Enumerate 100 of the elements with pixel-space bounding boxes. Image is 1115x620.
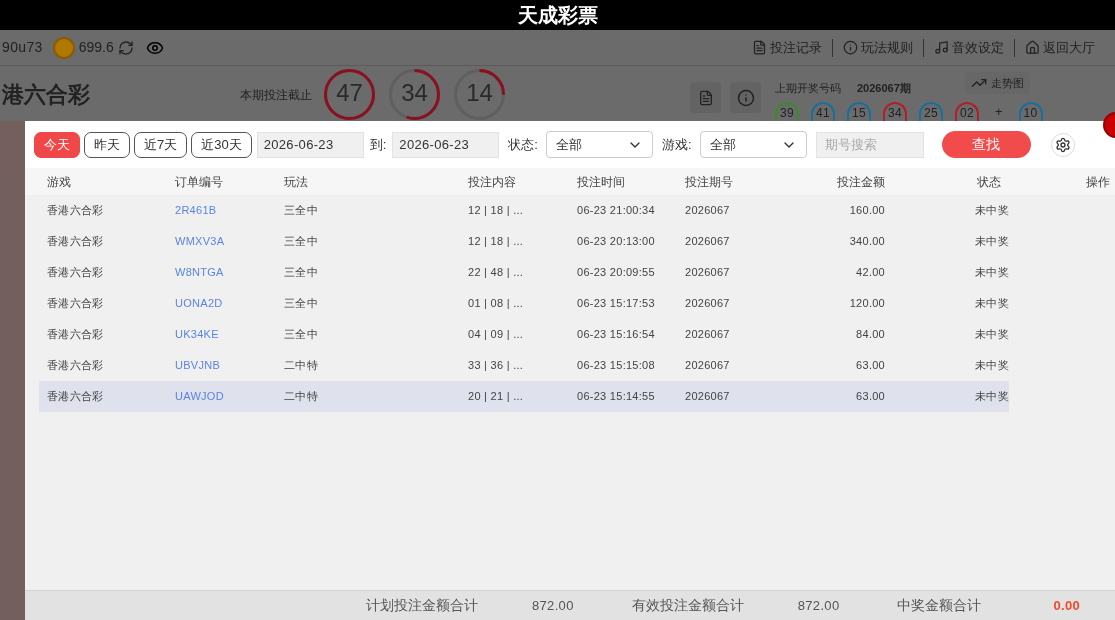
balance: 699.6 <box>78 38 114 57</box>
deadline-label: 本期投注截止 <box>240 87 312 102</box>
search-button[interactable]: 查找 <box>941 131 1031 158</box>
column-header: 投注金额 <box>836 173 886 191</box>
bet-content-cell-text: 12 | 18 | ... <box>467 203 525 219</box>
refresh-icon[interactable] <box>117 39 134 56</box>
game-label: 游戏: <box>661 135 692 154</box>
column-header: 操作 <box>1086 173 1110 191</box>
table-row[interactable]: 香港六合彩 W8NTGA 三全中 22 | 48 | ... 06-23 20:09:55 2026067 42.00 未中奖 <box>39 257 1009 288</box>
date-range-button[interactable]: 今天 <box>34 131 80 158</box>
status-cell-text: 未中奖 <box>974 389 1009 405</box>
total-label: 中奖金额合计 <box>897 596 982 615</box>
amount-cell-text: 84.00 <box>855 327 886 343</box>
table-row[interactable]: 香港六合彩 UBVJNB 二中特 33 | 36 | ... 06-23 15:15:08 2026067 63.00 未中奖 <box>39 350 1009 381</box>
issue-cell-text: 2026067 <box>684 265 731 281</box>
amount-cell-text: 340.00 <box>848 234 886 250</box>
bet-content-cell-text: 12 | 18 | ... <box>467 234 525 250</box>
game-cell-text: 香港六合彩 <box>46 203 105 219</box>
status-select[interactable]: 全部 <box>545 131 653 158</box>
status-cell-text: 未中奖 <box>974 234 1009 250</box>
bet-time-cell-text: 06-23 21:00:34 <box>576 203 656 219</box>
date-range-button[interactable]: 昨天 <box>84 131 130 158</box>
issue-cell-text: 2026067 <box>684 296 731 312</box>
bet-content-cell-text: 01 | 08 | ... <box>467 296 525 312</box>
total-value: 872.00 <box>532 596 574 615</box>
issue-cell-text: 2026067 <box>684 203 731 219</box>
play-type-cell-text: 三全中 <box>283 234 319 250</box>
info-icon[interactable] <box>730 82 761 113</box>
menu-item-icon <box>752 40 767 55</box>
game-select[interactable]: 全部 <box>699 131 807 158</box>
issue-cell-text: 2026067 <box>684 234 731 250</box>
issue-cell-text: 2026067 <box>684 327 731 343</box>
bet-time-cell-text: 06-23 15:16:54 <box>576 327 656 343</box>
play-type-cell-text: 二中特 <box>283 389 319 405</box>
last-draw-issue: 2026067期 <box>857 81 911 96</box>
column-header: 状态 <box>976 173 1002 191</box>
game-cell-text: 香港六合彩 <box>46 389 105 405</box>
column-header: 投注内容 <box>467 173 517 191</box>
play-type-cell-text: 三全中 <box>283 265 319 281</box>
date-range-button[interactable]: 近7天 <box>134 131 188 158</box>
play-type-cell-text: 三全中 <box>283 296 319 312</box>
column-header: 投注时间 <box>576 173 626 191</box>
column-header: 玩法 <box>283 173 309 191</box>
status-cell-text: 未中奖 <box>974 296 1009 312</box>
bet-content-cell-text: 04 | 09 | ... <box>467 327 525 343</box>
amount-cell-text: 42.00 <box>855 265 886 281</box>
game-cell-text: 香港六合彩 <box>46 234 105 250</box>
issue-cell-text: 2026067 <box>684 389 731 405</box>
amount-cell-text: 63.00 <box>855 389 886 405</box>
amount-cell-text: 160.00 <box>848 203 886 219</box>
status-cell-text: 未中奖 <box>974 265 1009 281</box>
total-value: 0.00 <box>1053 596 1081 615</box>
play-type-cell-text: 二中特 <box>283 358 319 374</box>
date-range-button[interactable]: 近30天 <box>191 131 252 158</box>
table-row[interactable]: 香港六合彩 UK34KE 三全中 04 | 09 | ... 06-23 15:16:54 2026067 84.00 未中奖 <box>39 319 1009 350</box>
column-header: 订单编号 <box>174 173 224 191</box>
column-header: 游戏 <box>46 173 72 191</box>
table-row[interactable]: 香港六合彩 2R461B 三全中 12 | 18 | ... 06-23 21:00:34 2026067 160.00 未中奖 <box>39 195 1009 226</box>
total-label: 有效投注金额合计 <box>631 596 744 615</box>
total-label: 计划投注金额合计 <box>366 596 478 615</box>
menu-item-icon <box>843 40 858 55</box>
document-icon[interactable] <box>690 82 721 113</box>
bet-content-cell-text: 33 | 36 | ... <box>467 358 525 374</box>
bet-time-cell-text: 06-23 15:17:53 <box>576 296 656 312</box>
bet-content-cell-text: 20 | 21 | ... <box>467 389 525 405</box>
lottery-name: 港六合彩 <box>2 81 90 106</box>
table-row[interactable]: 香港六合彩 UAWJOD 二中特 20 | 21 | ... 06-23 15:14:55 2026067 63.00 未中奖 <box>39 381 1009 412</box>
table-row[interactable]: 香港六合彩 WMXV3A 三全中 12 | 18 | ... 06-23 20:13:00 2026067 340.00 未中奖 <box>39 226 1009 257</box>
game-cell-text: 香港六合彩 <box>46 296 105 312</box>
menu-item-icon <box>934 40 949 55</box>
countdown-number: 47 <box>335 81 364 105</box>
countdown-number: 34 <box>400 81 429 105</box>
bet-time-cell-text: 06-23 15:14:55 <box>576 389 656 405</box>
total-value: 872.00 <box>797 596 840 615</box>
issue-search-field[interactable]: 期号搜索 <box>815 131 924 158</box>
bet-time-cell-text: 06-23 15:15:08 <box>576 358 656 374</box>
countdown-number: 14 <box>465 81 494 105</box>
bet-time-cell-text: 06-23 20:09:55 <box>576 265 656 281</box>
game-cell-text: 香港六合彩 <box>46 327 105 343</box>
amount-cell-text: 63.00 <box>855 358 886 374</box>
play-type-cell-text: 三全中 <box>283 203 319 219</box>
amount-cell-text: 120.00 <box>848 296 886 312</box>
status-cell-text: 未中奖 <box>974 358 1009 374</box>
date-to-field[interactable]: 2026-06-23 <box>392 131 500 158</box>
column-header: 投注期号 <box>684 173 734 191</box>
date-from-field[interactable]: 2026-06-23 <box>256 131 364 158</box>
to-label: 到: <box>369 135 387 154</box>
issue-cell-text: 2026067 <box>684 358 731 374</box>
bet-time-cell-text: 06-23 20:13:00 <box>576 234 656 250</box>
coin-icon <box>52 36 75 59</box>
username: 90u73 <box>2 38 43 57</box>
bet-content-cell-text: 22 | 48 | ... <box>467 265 525 281</box>
play-type-cell-text: 三全中 <box>283 327 319 343</box>
menu-item-icon <box>1025 40 1040 55</box>
table-row[interactable]: 香港六合彩 UONA2D 三全中 01 | 08 | ... 06-23 15:17:53 2026067 120.00 未中奖 <box>39 288 1009 319</box>
game-cell-text: 香港六合彩 <box>46 358 105 374</box>
status-label: 状态: <box>508 135 538 154</box>
last-draw-label: 上期开奖号码 <box>775 81 841 96</box>
plus-sign: + <box>995 102 1003 121</box>
status-cell-text: 未中奖 <box>974 203 1009 219</box>
